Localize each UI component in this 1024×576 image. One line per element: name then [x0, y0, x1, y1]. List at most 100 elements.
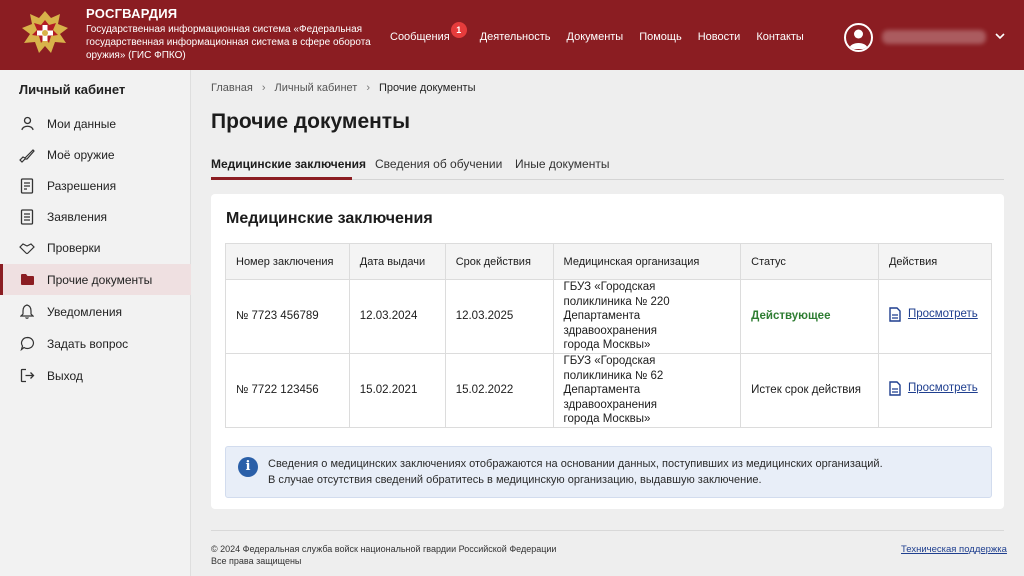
sidebar-item-label: Мои данные: [47, 116, 117, 131]
breadcrumb: Главная › Личный кабинет › Прочие докуме…: [211, 82, 475, 94]
footer-copyright: © 2024 Федеральная служба войск национал…: [211, 543, 556, 567]
sidebar: Личный кабинет Мои данные Моё оружие Раз…: [0, 70, 191, 576]
issue-date: 12.03.2024: [348, 279, 446, 354]
sidebar-item-ask-question[interactable]: Задать вопрос: [0, 328, 191, 359]
column-header: Медицинская организация: [552, 243, 742, 280]
sidebar-item-label: Проверки: [47, 240, 101, 255]
view-link-label: Просмотреть: [907, 382, 978, 394]
column-header: Статус: [740, 243, 879, 280]
actions-cell: Просмотреть: [877, 279, 993, 354]
info-icon: i: [238, 457, 258, 477]
main-nav: Сообщения 1 Деятельность Документы Помощ…: [390, 22, 820, 43]
logout-icon: [19, 368, 35, 384]
sidebar-item-other-documents[interactable]: Прочие документы: [0, 264, 191, 295]
tech-support-link[interactable]: Техническая поддержка: [901, 544, 1007, 555]
conclusion-number: № 7723 456789: [225, 279, 350, 354]
table-row: № 7723 456789 12.03.2024 12.03.2025 ГБУЗ…: [225, 279, 993, 354]
tab-other-documents[interactable]: Иные документы: [515, 157, 609, 171]
nav-news[interactable]: Новости: [698, 31, 741, 43]
document-icon: [889, 307, 901, 322]
brand-subtitle: Государственная информационная система «…: [86, 24, 371, 61]
handshake-icon: [19, 240, 35, 256]
org-line: города Москвы»: [563, 413, 651, 426]
conclusion-number: № 7722 123456: [225, 353, 350, 428]
section-title: Медицинские заключения: [226, 210, 433, 227]
sidebar-item-label: Заявления: [47, 209, 108, 224]
breadcrumb-cabinet[interactable]: Личный кабинет: [275, 82, 358, 94]
brand-name: РОСГВАРДИЯ: [86, 6, 178, 21]
page-title: Прочие документы: [211, 110, 411, 133]
nav-messages-label: Сообщения: [390, 31, 450, 43]
nav-contacts[interactable]: Контакты: [756, 31, 804, 43]
actions-cell: Просмотреть: [877, 353, 993, 428]
brand-block: РОСГВАРДИЯ Государственная информационна…: [86, 7, 376, 62]
bell-icon: [19, 304, 35, 320]
sidebar-item-permits[interactable]: Разрешения: [0, 170, 191, 201]
sidebar-item-label: Задать вопрос: [47, 336, 129, 351]
table-header-row: Номер заключения Дата выдачи Срок действ…: [225, 243, 993, 280]
rosgvardia-emblem-icon[interactable]: [20, 8, 70, 60]
status-cell: Истек срок действия: [740, 353, 879, 428]
document-icon: [889, 381, 901, 396]
nav-documents[interactable]: Документы: [567, 31, 624, 43]
user-avatar-icon[interactable]: [844, 23, 873, 52]
tab-training-info[interactable]: Сведения об обучении: [375, 157, 502, 171]
nav-activity[interactable]: Деятельность: [480, 31, 551, 43]
sidebar-item-my-data[interactable]: Мои данные: [0, 108, 191, 139]
tab-medical-conclusions[interactable]: Медицинские заключения: [211, 157, 366, 171]
sidebar-item-logout[interactable]: Выход: [0, 360, 191, 391]
status-badge: Действующее: [751, 310, 831, 323]
sidebar-item-applications[interactable]: Заявления: [0, 201, 191, 232]
column-header: Номер заключения: [225, 243, 350, 280]
column-header: Дата выдачи: [348, 243, 446, 280]
sidebar-item-label: Моё оружие: [47, 147, 115, 162]
view-link-label: Просмотреть: [907, 308, 978, 320]
sidebar-item-label: Разрешения: [47, 178, 117, 193]
valid-until: 12.03.2025: [444, 279, 554, 354]
status-badge: Истек срок действия: [751, 384, 862, 397]
medical-organization: ГБУЗ «Городская поликлиника № 220 Департ…: [552, 279, 742, 354]
sidebar-item-label: Выход: [47, 368, 83, 383]
chevron-down-icon[interactable]: [994, 30, 1006, 42]
issue-date: 15.02.2021: [348, 353, 446, 428]
medical-conclusions-table: Номер заключения Дата выдачи Срок действ…: [225, 243, 993, 428]
org-line: Департамента здравоохранения: [563, 310, 657, 337]
sidebar-item-label: Уведомления: [47, 304, 123, 319]
org-line: ГБУЗ «Городская: [563, 355, 656, 368]
breadcrumb-home[interactable]: Главная: [211, 82, 253, 94]
user-name-blurred[interactable]: [882, 30, 986, 44]
column-header: Срок действия: [444, 243, 554, 280]
org-line: города Москвы»: [563, 339, 651, 352]
view-button[interactable]: Просмотреть: [889, 381, 978, 396]
nav-messages[interactable]: Сообщения 1: [390, 22, 467, 43]
org-line: поликлиника № 220: [563, 295, 670, 308]
status-cell: Действующее: [740, 279, 879, 354]
info-text: Сведения о медицинских заключениях отобр…: [268, 456, 883, 488]
document-list-icon: [19, 208, 35, 225]
sidebar-item-inspections[interactable]: Проверки: [0, 232, 191, 263]
column-header: Действия: [877, 243, 993, 280]
org-line: поликлиника № 62: [563, 369, 664, 382]
top-header: РОСГВАРДИЯ Государственная информационна…: [0, 0, 1024, 70]
document-check-icon: [19, 177, 35, 194]
info-notice: i Сведения о медицинских заключениях ото…: [225, 446, 992, 498]
chat-icon: [19, 336, 35, 352]
valid-until: 15.02.2022: [444, 353, 554, 428]
sidebar-title: Личный кабинет: [19, 82, 126, 97]
org-line: ГБУЗ «Городская: [563, 281, 656, 294]
info-line: Сведения о медицинских заключениях отобр…: [268, 458, 883, 470]
rifle-icon: [19, 147, 35, 163]
messages-count-badge: 1: [450, 22, 467, 38]
medical-organization: ГБУЗ «Городская поликлиника № 62 Департа…: [552, 353, 742, 428]
info-line: В случае отсутствия сведений обратитесь …: [268, 474, 762, 486]
document-tabs: Медицинские заключения Сведения об обуче…: [211, 150, 1004, 180]
chevron-right-icon: ›: [261, 82, 266, 94]
sidebar-item-my-weapons[interactable]: Моё оружие: [0, 139, 191, 170]
copyright-text: © 2024 Федеральная служба войск национал…: [211, 544, 557, 554]
nav-help[interactable]: Помощь: [639, 31, 682, 43]
sidebar-item-label: Прочие документы: [47, 272, 153, 287]
active-tab-indicator: [211, 177, 352, 180]
view-button[interactable]: Просмотреть: [889, 307, 978, 322]
sidebar-item-notifications[interactable]: Уведомления: [0, 296, 191, 327]
chevron-right-icon: ›: [366, 82, 370, 94]
